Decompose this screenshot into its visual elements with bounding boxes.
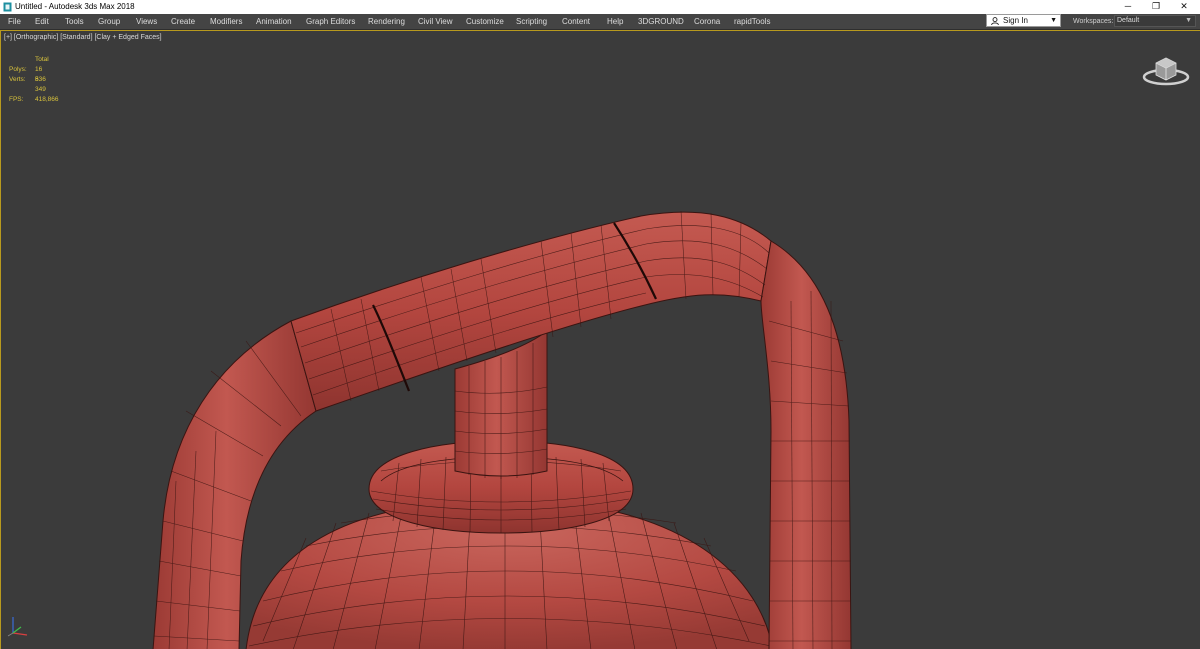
chevron-down-icon: ▼ [1185, 17, 1192, 24]
minimize-button[interactable]: ─ [1114, 0, 1142, 14]
sign-in-label: Sign In [1003, 16, 1028, 25]
polys-label: Polys: [9, 66, 27, 73]
chevron-down-icon: ▼ [1050, 17, 1057, 24]
viewport-orthographic[interactable]: [+] [Orthographic] [Standard] [Clay + Ed… [0, 30, 1200, 649]
menu-corona[interactable]: Corona [694, 14, 720, 29]
menu-3dground[interactable]: 3DGROUND [638, 14, 684, 29]
menu-edit[interactable]: Edit [35, 14, 49, 29]
restore-button[interactable]: ❐ [1142, 0, 1170, 14]
app-icon [3, 2, 12, 12]
sign-in-dropdown[interactable]: Sign In ▼ [986, 14, 1061, 27]
workspaces-value: Default [1117, 17, 1140, 24]
menu-content[interactable]: Content [562, 14, 590, 29]
menu-views[interactable]: Views [136, 14, 157, 29]
viewport-label[interactable]: [+] [Orthographic] [Standard] [Clay + Ed… [4, 34, 162, 41]
verts-label: Verts: [9, 76, 26, 83]
viewcube-icon[interactable] [1141, 51, 1191, 89]
fps-value: 418,866 [35, 96, 59, 103]
menu-rapidtools[interactable]: rapidTools [734, 14, 770, 29]
menu-create[interactable]: Create [171, 14, 195, 29]
window-title: Untitled - Autodesk 3ds Max 2018 [15, 2, 135, 11]
menu-customize[interactable]: Customize [466, 14, 504, 29]
close-button[interactable]: ✕ [1170, 0, 1198, 14]
menu-modifiers[interactable]: Modifiers [210, 14, 242, 29]
menu-group[interactable]: Group [98, 14, 120, 29]
workspaces-select[interactable]: Default ▼ [1114, 15, 1196, 27]
fps-label: FPS: [9, 96, 24, 103]
axis-tripod-icon [7, 617, 28, 637]
menu-graph-editors[interactable]: Graph Editors [306, 14, 355, 29]
menu-civil-view[interactable]: Civil View [418, 14, 453, 29]
stats-header: Total [35, 56, 49, 63]
workspaces-label: Workspaces: [1073, 18, 1114, 25]
verts-value: 8 349 [35, 76, 46, 93]
menu-tools[interactable]: Tools [65, 14, 84, 29]
menu-help[interactable]: Help [607, 14, 623, 29]
menu-rendering[interactable]: Rendering [368, 14, 405, 29]
menu-file[interactable]: File [8, 14, 21, 29]
menu-scripting[interactable]: Scripting [516, 14, 547, 29]
title-bar: Untitled - Autodesk 3ds Max 2018 ─ ❐ ✕ [0, 0, 1200, 14]
menu-animation[interactable]: Animation [256, 14, 292, 29]
scene-model[interactable] [1, 31, 1200, 649]
user-icon [991, 17, 999, 25]
